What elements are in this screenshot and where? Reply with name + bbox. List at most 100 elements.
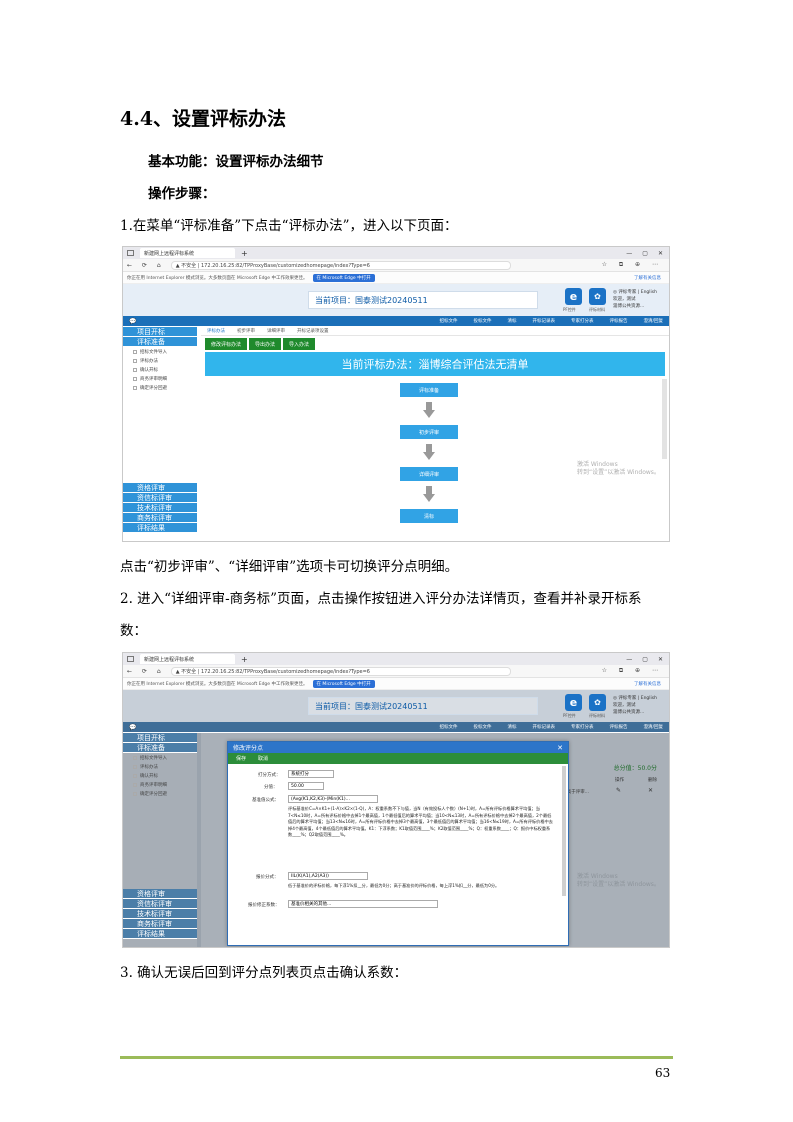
browser-tab[interactable]: 新建网上远程评标系统 bbox=[140, 248, 235, 258]
window-controls: — ▢ ✕ bbox=[626, 250, 663, 257]
minimize-icon[interactable]: — bbox=[626, 250, 632, 257]
pf-control-icon[interactable]: e bbox=[565, 288, 582, 305]
url-field[interactable]: ▲ 不安全 | 172.20.16.25:82/TPProxyBase/cust… bbox=[170, 666, 511, 676]
sidebar-sub-item[interactable]: 商务评审明细 bbox=[123, 780, 197, 789]
sidebar-sub-item[interactable]: 招标文件导入 bbox=[123, 753, 197, 762]
correction-input[interactable]: 基准价相关的其他... bbox=[288, 900, 438, 908]
tab-method[interactable]: 评标办法 bbox=[207, 328, 225, 334]
dialog-close-icon[interactable]: ✕ bbox=[557, 744, 563, 752]
bid-formula-input[interactable]: IIL(K(A1),A2(A3)) bbox=[288, 872, 368, 880]
toolbar-icons[interactable]: ☆ ⧉ ⊕ ⋯ bbox=[602, 261, 663, 269]
sidebar-sub-item[interactable]: 确定评分回避 bbox=[123, 383, 197, 392]
edit-icon[interactable]: ✎ bbox=[616, 787, 621, 794]
sidebar-item-qual[interactable]: 资格评审 bbox=[123, 889, 197, 899]
menu-item[interactable]: 清标 bbox=[507, 724, 516, 730]
menu-item[interactable]: 澄清/回复 bbox=[643, 318, 663, 324]
menu-item[interactable]: 专家打分表 bbox=[571, 318, 594, 324]
flow-step[interactable]: 初步评审 bbox=[400, 425, 458, 439]
sidebar-sub-item[interactable]: 评标办法 bbox=[123, 356, 197, 365]
save-button[interactable]: 保存 bbox=[236, 755, 246, 762]
sidebar-sub-item[interactable]: 确认开标 bbox=[123, 771, 197, 780]
sidebar-item-result[interactable]: 评标结果 bbox=[123, 929, 197, 939]
sidebar-item-tech[interactable]: 技术标评审 bbox=[123, 503, 197, 513]
eval-material-icon[interactable]: ✿ bbox=[589, 288, 606, 305]
total-score: 总分值：50.0分 bbox=[613, 765, 657, 772]
maximize-icon[interactable]: ▢ bbox=[642, 250, 648, 257]
sidebar-item-biz[interactable]: 商务标评审 bbox=[123, 513, 197, 523]
edit-method-button[interactable]: 修改评标办法 bbox=[205, 338, 248, 350]
browser-tab[interactable]: 新建网上远程评标系统 bbox=[140, 654, 235, 664]
tab-detail[interactable]: 详细评审 bbox=[267, 328, 285, 334]
flow-step[interactable]: 详细评审 bbox=[400, 467, 458, 481]
nav-icons[interactable]: ← ⟳ ⌂ bbox=[127, 668, 165, 675]
open-in-edge-button[interactable]: 在 Microsoft Edge 中打开 bbox=[312, 679, 375, 688]
import-method-button[interactable]: 导入办法 bbox=[283, 338, 316, 350]
sidebar-item-prep[interactable]: 评标准备 bbox=[123, 337, 197, 347]
menu-item[interactable]: 开标记录表 bbox=[532, 318, 555, 324]
menu-item[interactable]: 专家打分表 bbox=[571, 724, 594, 730]
eval-material-icon[interactable]: ✿ bbox=[589, 694, 606, 711]
url-field[interactable]: ▲ 不安全 | 172.20.16.25:82/TPProxyBase/cust… bbox=[170, 260, 511, 270]
minimize-icon[interactable]: — bbox=[626, 656, 632, 663]
section-heading: 4.4、设置评标办法 bbox=[120, 108, 287, 130]
tab-record[interactable]: 开标记录项设置 bbox=[297, 328, 329, 334]
doc-icon bbox=[133, 773, 137, 778]
sidebar-sub-item[interactable]: 商务评审明细 bbox=[123, 374, 197, 383]
delete-icon[interactable]: ✕ bbox=[648, 787, 653, 794]
export-method-button[interactable]: 导出办法 bbox=[249, 338, 282, 350]
menu-item[interactable]: 评标报告 bbox=[609, 318, 627, 324]
sidebar-item-qual[interactable]: 资格评审 bbox=[123, 483, 197, 493]
open-in-edge-button[interactable]: 在 Microsoft Edge 中打开 bbox=[312, 273, 375, 282]
doc-icon bbox=[133, 782, 137, 787]
menu-item[interactable]: 投标文件 bbox=[473, 724, 491, 730]
tab-initial[interactable]: 初步评审 bbox=[237, 328, 255, 334]
scoring-method-select[interactable]: 系统打分 bbox=[288, 770, 334, 778]
sidebar-sub-item[interactable]: 招标文件导入 bbox=[123, 347, 197, 356]
close-icon[interactable]: ✕ bbox=[658, 656, 663, 663]
browser-tabbar: 新建网上远程评标系统 + — ▢ ✕ bbox=[123, 247, 669, 259]
sidebar-item-result[interactable]: 评标结果 bbox=[123, 523, 197, 533]
pf-control-icon[interactable]: e bbox=[565, 694, 582, 711]
sidebar-item-credit[interactable]: 资信标评审 bbox=[123, 899, 197, 909]
address-bar: ← ⟳ ⌂ ▲ 不安全 | 172.20.16.25:82/TPProxyBas… bbox=[123, 259, 669, 272]
toolbar-icons[interactable]: ☆ ⧉ ⊕ ⋯ bbox=[602, 667, 663, 675]
doc-icon bbox=[133, 358, 137, 363]
dialog-scrollbar[interactable] bbox=[562, 766, 566, 896]
maximize-icon[interactable]: ▢ bbox=[642, 656, 648, 663]
sidebar-item-biz[interactable]: 商务标评审 bbox=[123, 919, 197, 929]
cancel-button[interactable]: 取消 bbox=[258, 755, 268, 762]
learn-more-link[interactable]: 了解有关信息 bbox=[634, 275, 661, 281]
learn-more-link[interactable]: 了解有关信息 bbox=[634, 681, 661, 687]
chat-icon[interactable]: 💬 bbox=[129, 318, 136, 325]
sidebar-sub-item[interactable]: 确认开标 bbox=[123, 365, 197, 374]
sidebar-sub-item[interactable]: 确定评分回避 bbox=[123, 789, 197, 798]
sidebar-sub-item[interactable]: 评标办法 bbox=[123, 762, 197, 771]
menu-item[interactable]: 评标报告 bbox=[609, 724, 627, 730]
menu-item[interactable]: 清标 bbox=[507, 318, 516, 324]
sidebar-item-open[interactable]: 项目开标 bbox=[123, 327, 197, 337]
formula-input[interactable]: (Avg(K1,K2,K3)-(Min(K1)... bbox=[288, 795, 378, 803]
menu-item[interactable]: 招标文件 bbox=[439, 724, 457, 730]
user-role[interactable]: ◎ 评标专家 | English bbox=[613, 695, 657, 702]
new-tab-icon[interactable]: + bbox=[241, 655, 248, 664]
sidebar-item-tech[interactable]: 技术标评审 bbox=[123, 909, 197, 919]
close-icon[interactable]: ✕ bbox=[658, 250, 663, 257]
flow-step[interactable]: 清标 bbox=[400, 509, 458, 523]
sidebar-item-prep[interactable]: 评标准备 bbox=[123, 743, 197, 753]
flow-step[interactable]: 评标准备 bbox=[400, 383, 458, 397]
nav-icons[interactable]: ← ⟳ ⌂ bbox=[127, 262, 165, 269]
score-input[interactable]: 50.00 bbox=[288, 782, 324, 790]
menu-item[interactable]: 投标文件 bbox=[473, 318, 491, 324]
user-role[interactable]: ◎ 评标专家 | English bbox=[613, 289, 657, 296]
menu-item[interactable]: 开标记录表 bbox=[532, 724, 555, 730]
scrollbar[interactable] bbox=[662, 379, 667, 459]
chat-icon[interactable]: 💬 bbox=[129, 724, 136, 731]
sidebar: 项目开标 评标准备 招标文件导入 评标办法 确认开标 商务评审明细 确定评分回避… bbox=[123, 327, 197, 541]
scoring-method-label: 打分方式： bbox=[258, 773, 281, 778]
menu-item[interactable]: 澄清/回复 bbox=[643, 724, 663, 730]
sidebar-item-open[interactable]: 项目开标 bbox=[123, 733, 197, 743]
new-tab-icon[interactable]: + bbox=[241, 249, 248, 258]
footer-rule bbox=[120, 1056, 673, 1059]
menu-item[interactable]: 招标文件 bbox=[439, 318, 457, 324]
sidebar-item-credit[interactable]: 资信标评审 bbox=[123, 493, 197, 503]
